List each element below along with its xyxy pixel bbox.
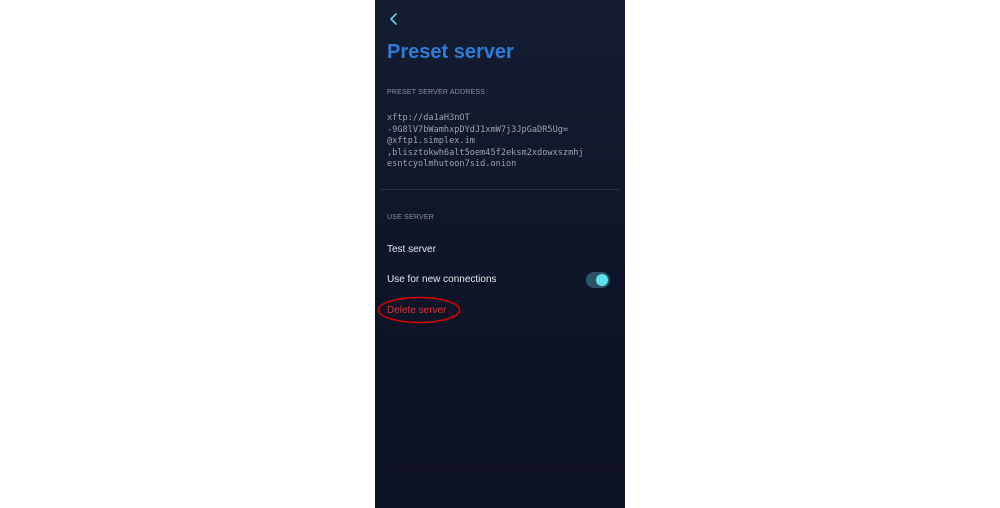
- back-button[interactable]: [385, 10, 403, 28]
- address-line: -9G8lV7bWamhxpDYdJ1xmW7j3JpGaDR5Ug=: [387, 124, 569, 135]
- address-line: @xftp1.simplex.im: [387, 136, 475, 147]
- address-line: ,blisztokwh6alt5oem45f2eksm2xdowxszmhj: [387, 147, 584, 158]
- toggle-knob: [596, 274, 608, 286]
- server-address: xftp://da1aH3nOT -9G8lV7bWamhxpDYdJ1xmW7j…: [387, 113, 619, 171]
- page-title: Preset server: [387, 41, 514, 63]
- address-line: esntcyolmhutoon7sid.onion: [387, 159, 517, 170]
- address-line: xftp://da1aH3nOT: [387, 113, 470, 123]
- preset-address-section-label: PRESET SERVER ADDRESS: [387, 89, 486, 96]
- use-for-new-connections-label: Use for new connections: [387, 274, 497, 285]
- test-server-button[interactable]: Test server: [387, 244, 436, 255]
- use-for-new-connections-toggle[interactable]: [586, 272, 610, 288]
- delete-server-button[interactable]: Delete server: [387, 305, 446, 316]
- use-server-section-label: USE SERVER: [387, 214, 434, 221]
- section-divider: [381, 189, 619, 190]
- chevron-left-icon: [390, 13, 397, 25]
- app-screen: Preset server PRESET SERVER ADDRESS xftp…: [375, 0, 625, 508]
